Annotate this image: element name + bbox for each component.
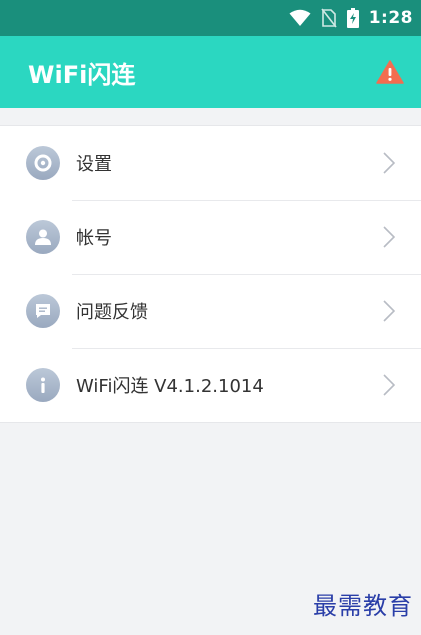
chevron-right-icon: [383, 300, 395, 322]
chevron-right-icon: [383, 374, 395, 396]
menu-item-account[interactable]: 帐号: [0, 200, 421, 274]
warning-icon: [376, 60, 404, 84]
settings-icon: [26, 146, 60, 180]
watermark: 最需教育: [313, 592, 413, 620]
app-bar: WiFi闪连: [0, 36, 421, 108]
app-title: WiFi闪连: [28, 60, 136, 89]
warning-button[interactable]: [373, 55, 407, 89]
account-icon: [26, 220, 60, 254]
menu-item-about[interactable]: WiFi闪连 V4.1.2.1014: [0, 348, 421, 422]
app-version-label: WiFi闪连 V4.1.2.1014: [76, 376, 264, 397]
menu-list: 设置 帐号 问题反馈 WiFi闪连 V4.1.2.1014: [0, 125, 421, 423]
screen: 1:28 WiFi闪连 设置 帐号 问题反馈 WiFi闪连 V4.1.2.101…: [0, 0, 421, 635]
feedback-icon: [26, 294, 60, 328]
menu-item-label: 设置: [76, 154, 112, 175]
no-sim-icon: [321, 8, 337, 28]
menu-item-settings[interactable]: 设置: [0, 126, 421, 200]
menu-item-feedback[interactable]: 问题反馈: [0, 274, 421, 348]
status-bar: 1:28: [0, 0, 421, 36]
battery-charging-icon: [346, 8, 359, 28]
wifi-icon: [289, 9, 311, 26]
menu-item-label: 帐号: [76, 228, 112, 249]
chevron-right-icon: [383, 226, 395, 248]
status-time: 1:28: [368, 8, 413, 28]
chevron-right-icon: [383, 152, 395, 174]
info-icon: [26, 368, 60, 402]
menu-item-label: 问题反馈: [76, 302, 148, 323]
